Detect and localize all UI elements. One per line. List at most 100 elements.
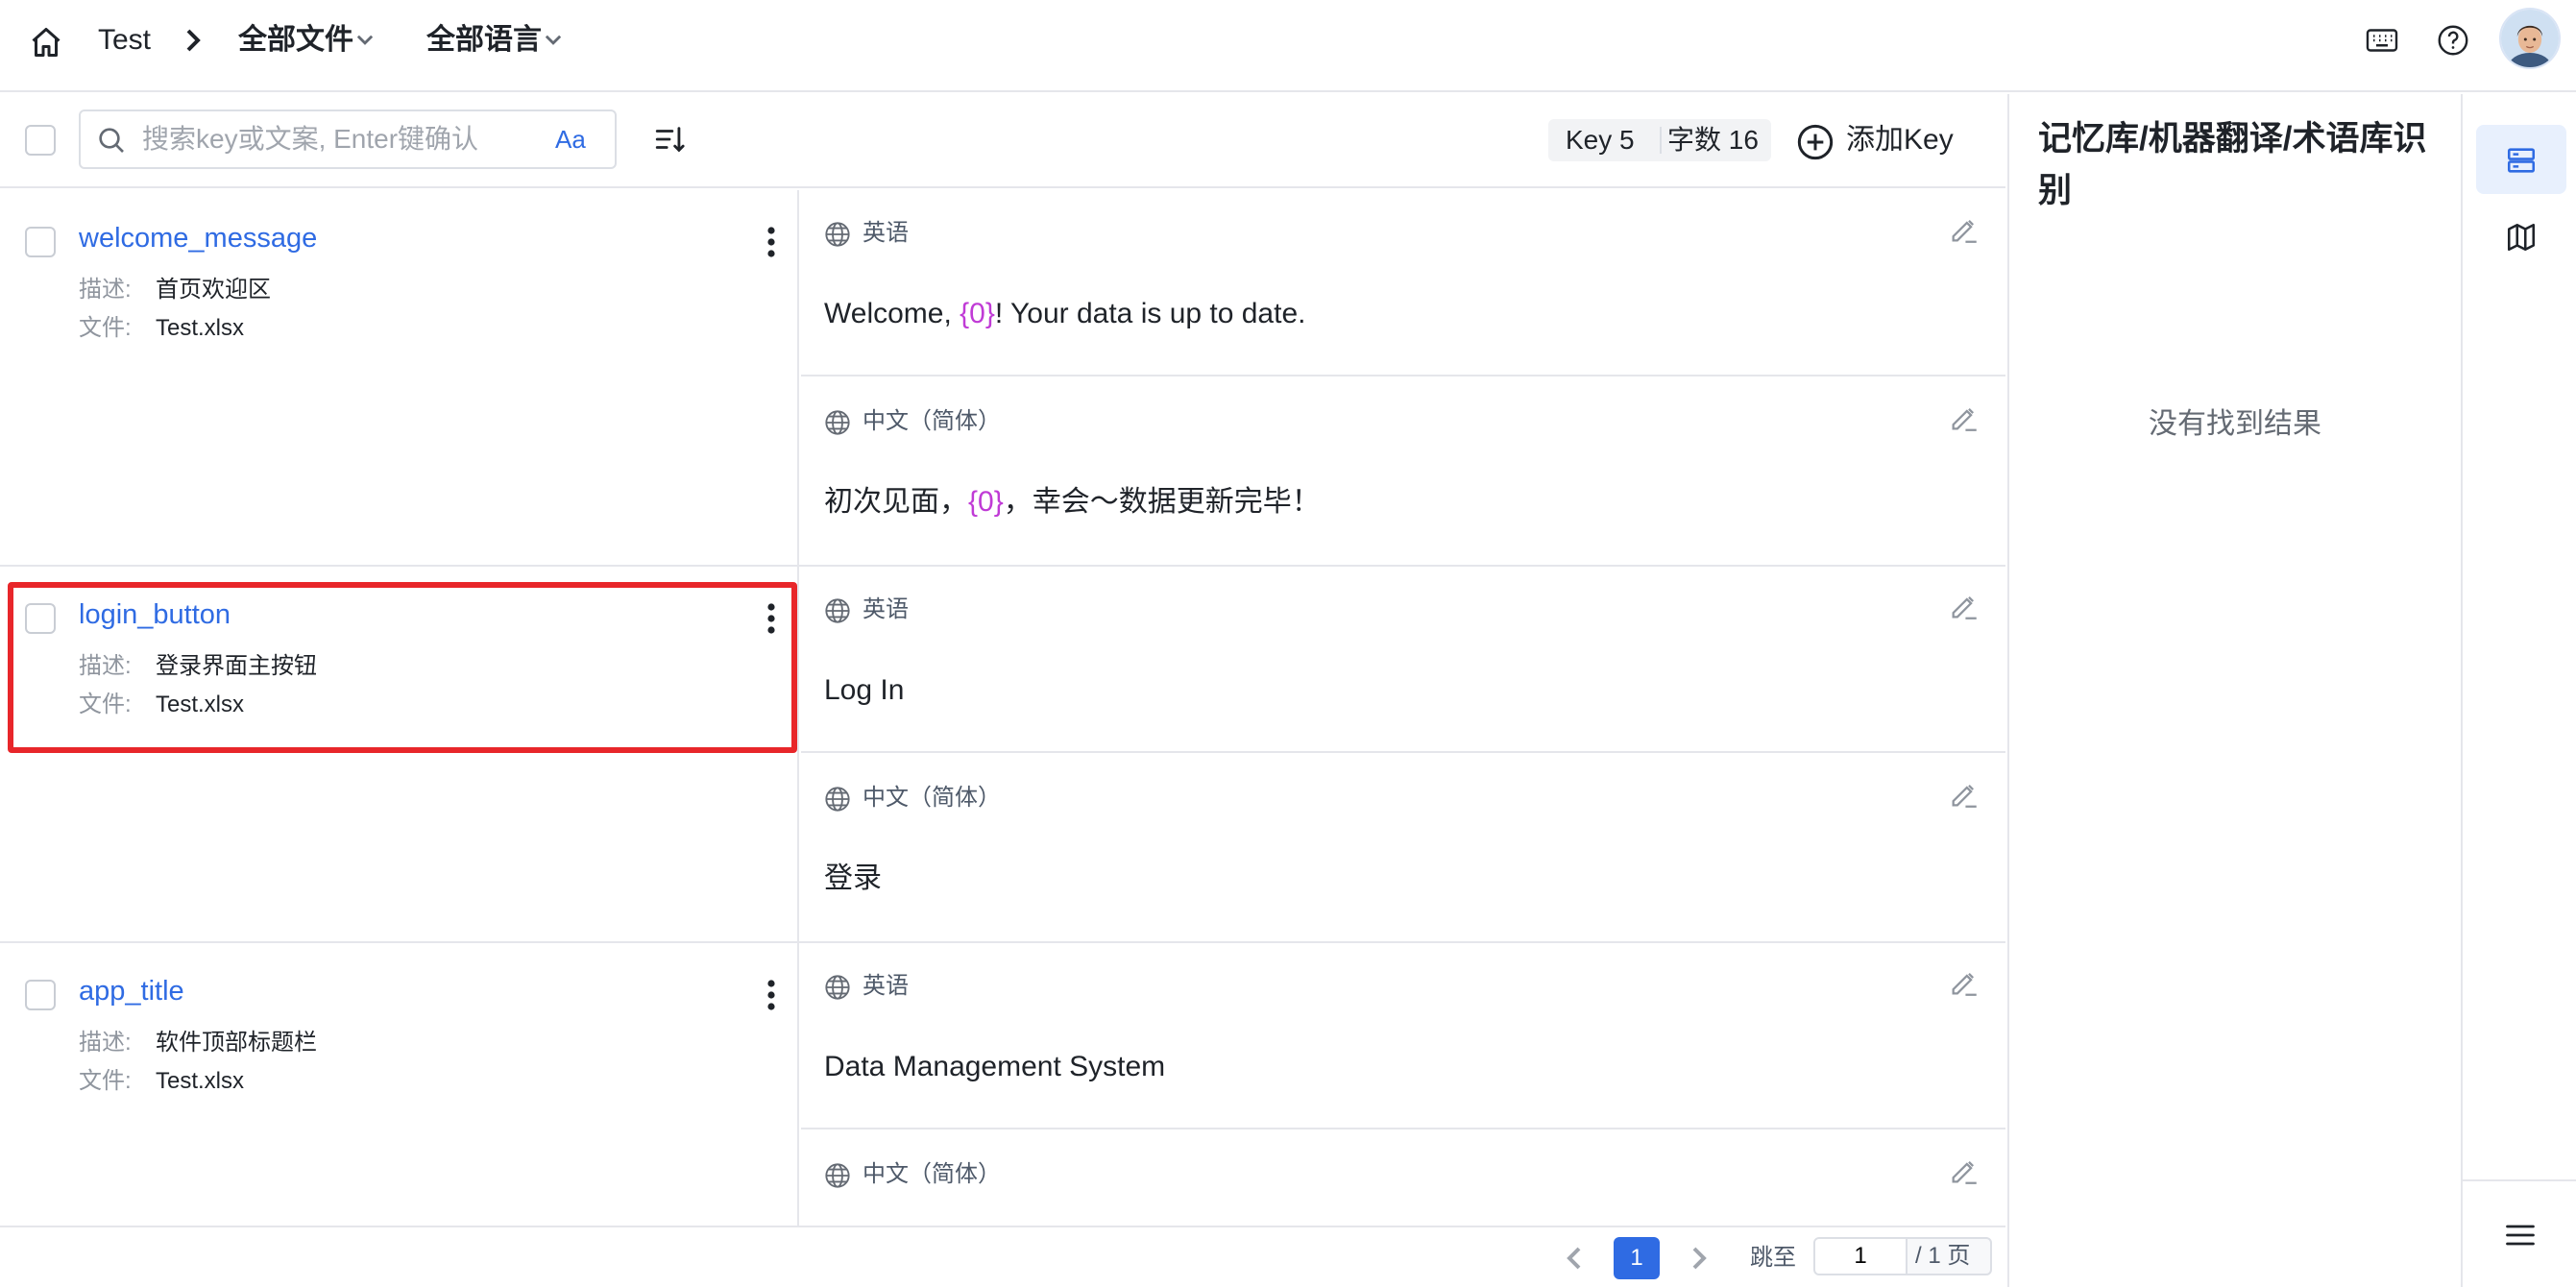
key-info[interactable]: app_title 描述: 软件顶部标题栏 文件: Test.xlsx	[0, 943, 799, 1226]
key-info[interactable]: welcome_message 描述: 首页欢迎区 文件: Test.xlsx	[0, 190, 799, 565]
more-vertical-icon[interactable]	[765, 601, 778, 636]
key-entry: welcome_message 描述: 首页欢迎区 文件: Test.xlsx 英语…	[0, 190, 2005, 567]
sort-icon[interactable]	[653, 123, 686, 156]
language-label: 英语	[863, 973, 909, 999]
edit-icon[interactable]	[1948, 1154, 1981, 1187]
globe-icon	[825, 975, 850, 1000]
language-label: 中文（简体）	[863, 785, 1001, 811]
desc-label: 描述:	[79, 653, 132, 679]
home-icon[interactable]	[29, 25, 63, 60]
page-jump: / 1 页	[1813, 1237, 1992, 1275]
key-name[interactable]: login_button	[79, 595, 231, 634]
language-label: 中文（简体）	[863, 1161, 1001, 1187]
key-file: 文件: Test.xlsx	[79, 1066, 244, 1097]
more-vertical-icon[interactable]	[765, 978, 778, 1012]
help-icon[interactable]	[2436, 23, 2470, 58]
empty-state: 没有找到结果	[2149, 408, 2321, 440]
file-label: 文件:	[79, 692, 132, 717]
key-count: Key 5	[1566, 125, 1635, 155]
edit-icon[interactable]	[1948, 590, 1981, 622]
key-file: 文件: Test.xlsx	[79, 313, 244, 344]
text-part: Log In	[824, 674, 905, 706]
globe-icon	[825, 598, 850, 623]
text-part: ，幸会～数据更新完毕！	[1003, 486, 1321, 518]
stacked-list-icon	[2507, 148, 2536, 173]
row-checkbox[interactable]	[25, 603, 56, 634]
chevron-down-icon[interactable]	[544, 31, 563, 50]
list-toolbar: Aa Key 5 字数 16 添加Key	[0, 94, 2005, 188]
desc-label: 描述:	[79, 1030, 132, 1056]
translation-cell[interactable]: 中文（简体） 登录	[801, 755, 2005, 941]
files-filter-dropdown[interactable]: 全部文件	[238, 21, 353, 60]
more-vertical-icon[interactable]	[765, 225, 778, 259]
file-value: Test.xlsx	[156, 315, 245, 341]
char-count: 字数 16	[1667, 125, 1759, 155]
suggestions-panel: 记忆库/机器翻译/术语库识别 没有找到结果	[2007, 94, 2459, 1287]
pagination: 1 跳至 / 1 页	[0, 1226, 2005, 1287]
text-part: Welcome,	[824, 298, 960, 329]
edit-icon[interactable]	[1948, 778, 1981, 811]
rail-glossary-button[interactable]	[2476, 202, 2566, 271]
placeholder-token: {0}	[968, 486, 1004, 518]
translation-text: Log In	[824, 670, 904, 711]
key-name[interactable]: welcome_message	[79, 219, 317, 257]
file-label: 文件:	[79, 1068, 132, 1094]
key-entry: login_button 描述: 登录界面主按钮 文件: Test.xlsx 英语 …	[0, 567, 2005, 943]
edit-icon[interactable]	[1948, 966, 1981, 999]
rail-divider	[2463, 1179, 2576, 1181]
row-checkbox[interactable]	[25, 227, 56, 257]
language-label: 英语	[863, 220, 909, 246]
translation-cell[interactable]: 英语 Log In	[801, 567, 2005, 753]
current-page-button[interactable]: 1	[1614, 1237, 1660, 1279]
user-avatar-icon	[2501, 10, 2559, 67]
plus-circle-icon	[1797, 124, 1834, 160]
search-box: Aa	[79, 109, 617, 169]
edit-icon[interactable]	[1948, 401, 1981, 434]
key-info[interactable]: login_button 描述: 登录界面主按钮 文件: Test.xlsx	[0, 567, 799, 941]
key-entry: app_title 描述: 软件顶部标题栏 文件: Test.xlsx 英语 Dat…	[0, 943, 2005, 1226]
translation-cell[interactable]: 中文（简体） 初次见面，{0}，幸会～数据更新完毕！	[801, 378, 2005, 565]
key-list: welcome_message 描述: 首页欢迎区 文件: Test.xlsx 英语…	[0, 190, 2005, 1226]
text-part: ! Your data is up to date.	[994, 298, 1306, 329]
chevron-right-icon[interactable]	[1687, 1245, 1710, 1272]
globe-icon	[825, 222, 850, 247]
desc-value: 首页欢迎区	[156, 277, 271, 303]
page-jump-input[interactable]	[1815, 1239, 1908, 1274]
translation-text: Welcome, {0}! Your data is up to date.	[824, 294, 1305, 334]
stats-badge: Key 5 字数 16	[1548, 119, 1771, 161]
languages-filter-dropdown[interactable]: 全部语言	[426, 21, 542, 60]
translation-cell[interactable]: 中文（简体）	[801, 1131, 2005, 1226]
file-label: 文件:	[79, 315, 132, 341]
key-name[interactable]: app_title	[79, 972, 184, 1010]
top-header: Test 全部文件 全部语言	[0, 0, 2576, 92]
map-icon	[2507, 223, 2536, 252]
menu-icon[interactable]	[2503, 1218, 2538, 1252]
chevron-left-icon[interactable]	[1564, 1245, 1587, 1272]
select-all-checkbox[interactable]	[25, 125, 56, 156]
keyboard-icon[interactable]	[2365, 23, 2399, 58]
key-description: 描述: 首页欢迎区	[79, 275, 271, 305]
match-case-toggle[interactable]: Aa	[555, 123, 586, 156]
file-value: Test.xlsx	[156, 692, 245, 717]
desc-value: 登录界面主按钮	[156, 653, 317, 679]
row-checkbox[interactable]	[25, 980, 56, 1010]
rail-tm-button[interactable]	[2476, 125, 2566, 194]
desc-label: 描述:	[79, 277, 132, 303]
globe-icon	[825, 787, 850, 812]
chevron-down-icon[interactable]	[355, 31, 375, 50]
jump-to-label: 跳至	[1750, 1245, 1796, 1271]
language-label: 中文（简体）	[863, 408, 1001, 434]
translation-cell[interactable]: 英语 Data Management System	[801, 943, 2005, 1129]
search-input[interactable]	[142, 119, 526, 159]
file-value: Test.xlsx	[156, 1068, 245, 1094]
right-toolbar	[2461, 94, 2576, 1287]
edit-icon[interactable]	[1948, 213, 1981, 246]
translation-cell[interactable]: 英语 Welcome, {0}! Your data is up to date…	[801, 190, 2005, 376]
key-file: 文件: Test.xlsx	[79, 690, 244, 720]
avatar[interactable]	[2499, 8, 2561, 69]
key-description: 描述: 软件顶部标题栏	[79, 1028, 317, 1058]
search-icon	[99, 128, 124, 153]
translation-text: 登录	[824, 859, 882, 899]
breadcrumb-project[interactable]: Test	[98, 21, 151, 60]
total-pages: / 1 页	[1915, 1243, 1971, 1269]
